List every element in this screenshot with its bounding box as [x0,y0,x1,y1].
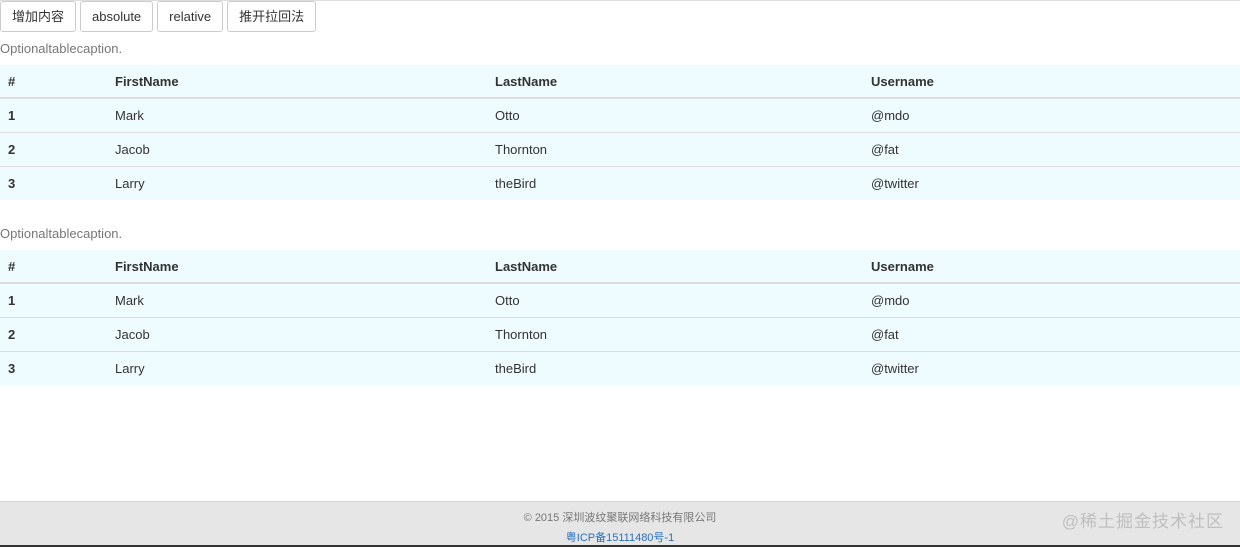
absolute-button[interactable]: absolute [80,1,154,32]
column-header-firstname: FirstName [107,65,487,99]
data-table: # FirstName LastName Username 1 Mark Ott… [0,250,1240,385]
toolbar: 增加内容 absolute relative 推开拉回法 [0,1,317,32]
table-header-row: # FirstName LastName Username [0,65,1240,99]
cell-firstname: Mark [107,282,487,318]
copyright-text: © 2015 深圳波纹聚联网络科技有限公司 [523,512,717,524]
table-row: 3 Larry theBird @twitter [0,166,1240,200]
table-caption: Optionaltablecaption. [0,226,123,241]
cell-username: @mdo [863,282,1240,318]
relative-button[interactable]: relative [157,1,224,32]
cell-username: @twitter [863,351,1240,385]
cell-firstname: Mark [107,97,487,133]
column-header-username: Username [863,65,1240,99]
cell-lastname: Thornton [487,132,863,167]
column-header-lastname: LastName [487,250,863,284]
cell-firstname: Larry [107,166,487,200]
cell-username: @fat [863,132,1240,167]
cell-lastname: theBird [487,166,863,200]
footer: © 2015 深圳波纹聚联网络科技有限公司 粤ICP备15111480号-1 [0,501,1240,547]
cell-number: 2 [0,317,107,352]
cell-number: 1 [0,97,107,133]
add-content-button[interactable]: 增加内容 [0,1,77,32]
watermark-text: @稀土掘金技术社区 [1061,512,1224,531]
column-header-lastname: LastName [487,65,863,99]
push-pull-button[interactable]: 推开拉回法 [227,1,317,32]
cell-username: @twitter [863,166,1240,200]
cell-lastname: Thornton [487,317,863,352]
column-header-firstname: FirstName [107,250,487,284]
cell-number: 3 [0,166,107,200]
cell-firstname: Jacob [107,132,487,167]
cell-firstname: Jacob [107,317,487,352]
cell-number: 3 [0,351,107,385]
cell-lastname: Otto [487,97,863,133]
cell-lastname: Otto [487,282,863,318]
cell-username: @mdo [863,97,1240,133]
table-row: 2 Jacob Thornton @fat [0,317,1240,352]
table-header-row: # FirstName LastName Username [0,250,1240,284]
table-row: 2 Jacob Thornton @fat [0,132,1240,167]
table-row: 1 Mark Otto @mdo [0,282,1240,318]
cell-lastname: theBird [487,351,863,385]
table-row: 1 Mark Otto @mdo [0,97,1240,133]
data-table: # FirstName LastName Username 1 Mark Ott… [0,65,1240,200]
cell-firstname: Larry [107,351,487,385]
column-header-username: Username [863,250,1240,284]
cell-username: @fat [863,317,1240,352]
cell-number: 2 [0,132,107,167]
table-row: 3 Larry theBird @twitter [0,351,1240,385]
column-header-number: # [0,250,107,284]
column-header-number: # [0,65,107,99]
cell-number: 1 [0,282,107,318]
table-caption: Optionaltablecaption. [0,41,123,56]
icp-license-link[interactable]: 粤ICP备15111480号-1 [0,529,1240,545]
